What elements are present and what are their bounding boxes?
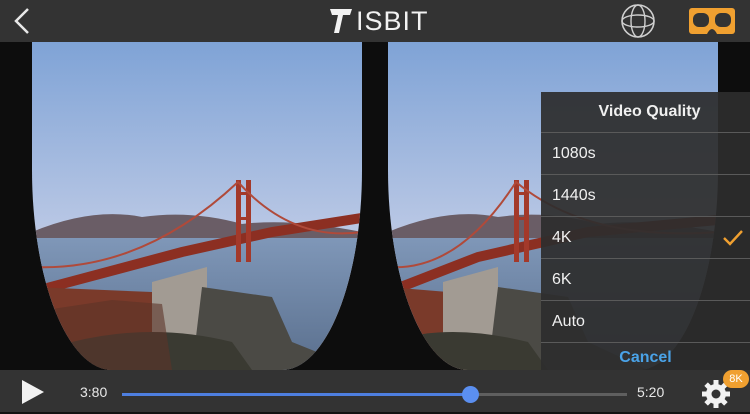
checkmark-icon (723, 230, 743, 246)
quality-option-label: 6K (552, 271, 572, 288)
quality-option-label: 4K (552, 229, 572, 246)
vr-mode-button[interactable] (688, 6, 736, 36)
globe-360-icon (621, 4, 655, 38)
golden-gate-bridge-image (32, 42, 362, 370)
quality-badge: 8K (723, 370, 749, 388)
quality-option-6k[interactable]: 6K (541, 258, 750, 300)
current-time: 3:80 (80, 384, 108, 400)
top-bar: ISBIT (0, 0, 750, 42)
left-eye-view (32, 42, 362, 370)
view-360-button[interactable] (620, 3, 656, 39)
video-quality-menu: Video Quality 1080s 1440s 4K 6K Auto Can… (541, 92, 750, 370)
seek-bar[interactable] (122, 386, 627, 403)
quality-option-auto[interactable]: Auto (541, 300, 750, 342)
quality-option-label: Auto (552, 313, 585, 330)
play-button[interactable] (18, 378, 48, 406)
logo-text: ISBIT (356, 5, 429, 36)
quality-option-label: 1080s (552, 145, 596, 162)
cancel-button[interactable]: Cancel (541, 342, 750, 370)
vr-video-stage[interactable]: Video Quality 1080s 1440s 4K 6K Auto Can… (0, 42, 750, 370)
play-icon (22, 380, 44, 404)
video-quality-title: Video Quality (598, 103, 701, 120)
back-button[interactable] (8, 5, 38, 37)
player-controls: 3:80 5:20 8K (0, 370, 750, 412)
quality-option-label: 1440s (552, 187, 596, 204)
quality-option-1440s[interactable]: 1440s (541, 174, 750, 216)
app-logo: ISBIT (328, 4, 429, 38)
chevron-left-icon (14, 8, 29, 34)
total-time: 5:20 (637, 384, 665, 400)
seek-handle[interactable] (462, 386, 480, 403)
quality-option-4k[interactable]: 4K (541, 216, 750, 258)
quality-option-1080s[interactable]: 1080s (541, 132, 750, 174)
seek-bar-progress (122, 393, 471, 396)
vr-headset-icon (689, 8, 735, 34)
logo-v-mark (330, 9, 352, 33)
